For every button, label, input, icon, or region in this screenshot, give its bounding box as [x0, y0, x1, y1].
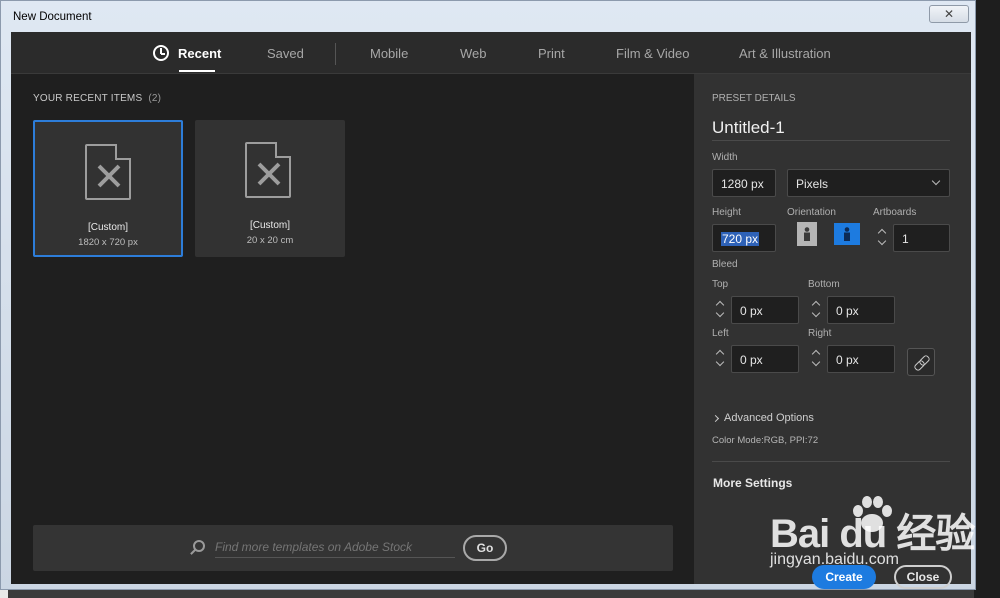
recent-item-name: [Custom] — [87, 222, 128, 233]
chevron-down-icon — [877, 236, 887, 246]
tab-recent[interactable]: Recent — [178, 46, 221, 61]
bleed-right-stepper[interactable] — [810, 345, 824, 373]
recent-item-size: 1820 x 720 px — [78, 237, 138, 248]
preset-details-heading: PRESET DETAILS — [712, 93, 796, 104]
bleed-left-label: Left — [712, 328, 729, 339]
tab-bar: Recent Saved Mobile Web Print Film & Vid… — [11, 32, 971, 74]
more-settings-button[interactable]: More Settings — [713, 476, 792, 490]
new-document-window: New Document ✕ Recent Saved Mobile Web P… — [0, 0, 976, 590]
chevron-down-icon — [931, 176, 941, 186]
active-tab-indicator — [179, 70, 215, 72]
orientation-label: Orientation — [787, 207, 836, 218]
chevron-down-icon — [715, 308, 725, 318]
preset-details-panel: PRESET DETAILS Untitled-1 Width 1280 px … — [694, 74, 971, 589]
tab-film-video[interactable]: Film & Video — [616, 46, 689, 61]
bleed-label: Bleed — [712, 259, 738, 270]
portrait-orientation-button[interactable] — [797, 222, 817, 246]
chevron-down-icon — [811, 357, 821, 367]
artboards-input[interactable]: 1 — [893, 224, 950, 252]
bleed-left-input[interactable]: 0 px — [731, 345, 799, 373]
bleed-top-value: 0 px — [740, 304, 763, 318]
chevron-down-icon — [715, 357, 725, 367]
recent-item-name: [Custom] — [249, 220, 290, 231]
unit-dropdown[interactable]: Pixels — [787, 169, 950, 197]
window-close-button[interactable]: ✕ — [929, 5, 969, 23]
tab-saved[interactable]: Saved — [267, 46, 304, 61]
bleed-left-value: 0 px — [740, 353, 763, 367]
go-button[interactable]: Go — [463, 535, 507, 561]
close-button[interactable]: Close — [894, 565, 952, 589]
height-label: Height — [712, 207, 741, 218]
height-input[interactable]: 720 px — [712, 224, 776, 252]
document-name-field[interactable]: Untitled-1 — [712, 118, 785, 138]
bleed-left-stepper[interactable] — [714, 345, 728, 373]
width-value: 1280 px — [721, 177, 764, 191]
window-title: New Document — [13, 11, 92, 23]
bleed-bottom-stepper[interactable] — [810, 296, 824, 324]
background-right-edge — [974, 0, 1000, 598]
color-mode-text: Color Mode:RGB, PPI:72 — [712, 435, 819, 446]
artboards-label: Artboards — [873, 207, 917, 218]
tab-divider — [335, 43, 336, 65]
tab-art-illustration[interactable]: Art & Illustration — [739, 46, 831, 61]
height-value: 720 px — [721, 232, 760, 246]
person-icon — [804, 227, 810, 241]
search-icon — [193, 540, 205, 552]
recent-item-card[interactable]: [Custom] 20 x 20 cm — [195, 120, 345, 257]
artboards-stepper[interactable] — [876, 224, 890, 252]
width-input[interactable]: 1280 px — [712, 169, 776, 197]
bleed-top-input[interactable]: 0 px — [731, 296, 799, 324]
width-label: Width — [712, 152, 738, 163]
landscape-orientation-button[interactable] — [834, 223, 860, 245]
person-icon — [844, 227, 850, 241]
bleed-top-label: Top — [712, 279, 729, 290]
document-icon — [245, 142, 291, 198]
dialog-body: Recent Saved Mobile Web Print Film & Vid… — [11, 32, 971, 589]
chevron-down-icon — [811, 308, 821, 318]
stock-search-bar: Go — [33, 525, 673, 571]
pencil-ruler-icon — [97, 164, 121, 188]
recent-items-title: YOUR RECENT ITEMS — [33, 93, 143, 104]
unit-value: Pixels — [796, 177, 829, 191]
advanced-options-toggle[interactable]: Advanced Options — [724, 412, 814, 424]
tab-print[interactable]: Print — [538, 46, 565, 61]
recent-items-heading: YOUR RECENT ITEMS (2) — [33, 93, 161, 104]
create-button[interactable]: Create — [812, 565, 876, 589]
bleed-top-stepper[interactable] — [714, 296, 728, 324]
pencil-ruler-icon — [257, 162, 281, 186]
recent-item-size: 20 x 20 cm — [246, 235, 294, 246]
bleed-right-label: Right — [808, 328, 832, 339]
recent-items-count: (2) — [148, 93, 162, 104]
chevron-right-icon — [711, 414, 720, 423]
clock-icon — [153, 45, 169, 61]
bleed-right-value: 0 px — [836, 353, 859, 367]
artboards-value: 1 — [902, 232, 909, 246]
bleed-bottom-value: 0 px — [836, 304, 859, 318]
bleed-right-input[interactable]: 0 px — [827, 345, 895, 373]
tab-mobile[interactable]: Mobile — [370, 46, 408, 61]
recent-item-card[interactable]: [Custom] 1820 x 720 px — [33, 120, 183, 257]
document-icon — [85, 144, 131, 200]
link-bleed-icon[interactable] — [907, 348, 935, 376]
divider — [712, 461, 950, 462]
stock-search-input[interactable] — [215, 536, 455, 558]
bleed-bottom-label: Bottom — [808, 279, 840, 290]
tab-web[interactable]: Web — [460, 46, 487, 61]
title-underline — [712, 140, 950, 141]
bleed-bottom-input[interactable]: 0 px — [827, 296, 895, 324]
